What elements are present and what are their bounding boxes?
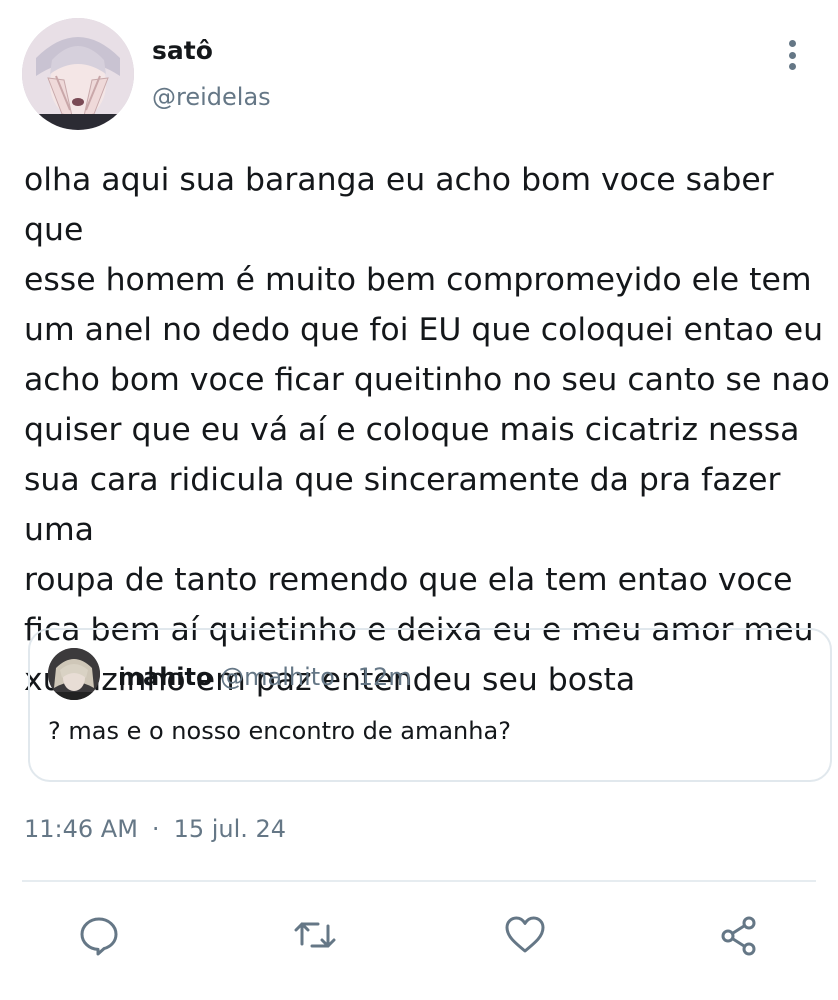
- like-button[interactable]: [502, 912, 548, 958]
- author-avatar[interactable]: [22, 18, 134, 130]
- quoted-age: 12m: [357, 663, 412, 691]
- quoted-header: mahito @malhito · 12m: [118, 662, 412, 692]
- tweet-date: 15 jul. 24: [173, 815, 287, 843]
- share-button[interactable]: [716, 912, 762, 958]
- quoted-text: ? mas e o nosso encontro de amanha?: [48, 717, 511, 745]
- timestamp-separator: ·: [151, 815, 160, 843]
- retweet-arrows-icon: [294, 922, 336, 948]
- share-nodes-icon: [721, 916, 756, 956]
- quoted-author-avatar[interactable]: [48, 648, 100, 700]
- tweet-detail: satô @reidelas olha aqui sua baranga eu …: [0, 0, 838, 1000]
- tweet-text: olha aqui sua baranga eu acho bom voce s…: [24, 162, 830, 698]
- heart-icon: [505, 916, 545, 953]
- tweet-time: 11:46 AM: [24, 815, 138, 843]
- retweet-button[interactable]: [292, 912, 338, 958]
- tweet-timestamp[interactable]: 11:46 AM · 15 jul. 24: [24, 814, 286, 844]
- more-dot: [788, 63, 796, 70]
- quoted-tweet[interactable]: mahito @malhito · 12m ? mas e o nosso en…: [28, 628, 832, 782]
- author-handle[interactable]: @reidelas: [152, 82, 271, 112]
- reply-bubble-icon: [80, 917, 118, 956]
- reply-button[interactable]: [76, 912, 122, 958]
- more-dot: [788, 51, 796, 59]
- more-vertical-icon[interactable]: [772, 38, 812, 72]
- quoted-avatar-image: [48, 648, 100, 700]
- author-display-name[interactable]: satô: [152, 36, 213, 66]
- author-avatar-image: [22, 18, 134, 130]
- quoted-display-name[interactable]: mahito: [118, 663, 212, 691]
- more-dot: [788, 40, 796, 47]
- quoted-separator: ·: [342, 663, 351, 691]
- actions-divider: [22, 880, 816, 882]
- quoted-handle[interactable]: @malhito: [220, 663, 335, 691]
